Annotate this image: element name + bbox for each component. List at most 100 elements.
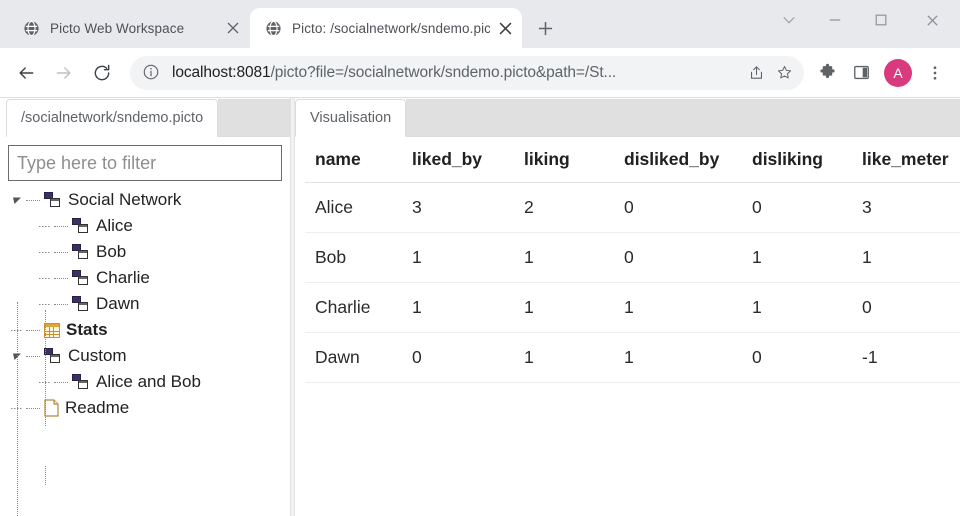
table-cell: 2: [514, 182, 614, 233]
stats-table: name liked_by liking disliked_by disliking li…: [305, 137, 960, 383]
tree-item-label: Readme: [65, 398, 130, 417]
expand-triangle-icon[interactable]: [10, 193, 24, 207]
filter-input[interactable]: Type here to filter: [8, 145, 282, 181]
address-bar[interactable]: localhost:8081/picto?file=/socialnetwork…: [130, 55, 804, 90]
avatar[interactable]: A: [884, 58, 912, 87]
globe-icon: [22, 19, 40, 37]
model-icon: [44, 192, 62, 208]
column-header: liking: [514, 137, 614, 183]
table-cell: 1: [742, 232, 852, 283]
column-header: disliking: [742, 137, 852, 183]
column-header: like_meter: [852, 137, 960, 183]
table-cell: 3: [402, 182, 514, 233]
address-bar-path: /picto?file=/socialnetwork/sndemo.picto&…: [270, 63, 617, 81]
table-cell: 0: [614, 182, 742, 233]
tree-connector: [26, 329, 40, 331]
tree-item[interactable]: Alice and Bob: [10, 369, 290, 395]
new-tab-button[interactable]: [530, 13, 560, 43]
browser-tab-2-close-icon[interactable]: [494, 17, 516, 39]
tree-item[interactable]: Stats: [10, 317, 290, 343]
table-row: Alice 3 2 0 0 3: [305, 182, 960, 233]
tree-connector: [38, 271, 52, 285]
model-icon: [72, 374, 90, 390]
close-icon[interactable]: [904, 3, 960, 37]
table-cell: 1: [742, 282, 852, 333]
tab-visualisation[interactable]: Visualisation: [295, 99, 407, 137]
table-cell-name: Charlie: [305, 282, 402, 333]
tree-item[interactable]: Alice: [10, 213, 290, 239]
sidebar-tab-file-label: /socialnetwork/sndemo.picto: [21, 110, 204, 126]
window-controls: [766, 0, 960, 40]
page-body: /socialnetwork/sndemo.picto Type here to…: [0, 98, 960, 516]
filter-container: Type here to filter: [0, 137, 290, 181]
address-bar-url: localhost:8081/picto?file=/socialnetwork…: [172, 64, 742, 82]
table-row: Bob 1 1 0 1 1: [305, 232, 960, 283]
column-header: liked_by: [402, 137, 514, 183]
table-cell: 0: [742, 332, 852, 383]
table-cell: 1: [852, 232, 960, 283]
table-cell: 0: [742, 182, 852, 233]
content-tab-filler: [406, 99, 960, 137]
tree-guide-line: [17, 302, 18, 516]
table-cell: -1: [852, 332, 960, 383]
content-tab-bar: Visualisation: [295, 98, 960, 137]
stats-table-head: name liked_by liking disliked_by disliking li…: [305, 137, 960, 183]
sidebar-tab-file[interactable]: /socialnetwork/sndemo.picto: [6, 99, 219, 137]
browser-tab-2[interactable]: Picto: /socialnetwork/sndemo.pic: [250, 8, 522, 48]
tree-item[interactable]: Bob: [10, 239, 290, 265]
tree-item[interactable]: Social Network: [10, 187, 290, 213]
tab-strip: Picto Web Workspace Picto: /socialnetwor…: [0, 0, 960, 48]
tree-item[interactable]: Charlie: [10, 265, 290, 291]
address-bar-host: localhost:8081: [172, 63, 271, 81]
model-icon: [44, 348, 62, 364]
table-row: Charlie 1 1 1 1 0: [305, 282, 960, 333]
stats-table-header-row: name liked_by liking disliked_by disliking li…: [305, 137, 960, 183]
tree-item[interactable]: Dawn: [10, 291, 290, 317]
tree-connector: [54, 381, 68, 383]
tree-item[interactable]: Custom: [10, 343, 290, 369]
browser-tab-1-close-icon[interactable]: [222, 17, 244, 39]
browser-tab-2-title: Picto: /socialnetwork/sndemo.pic: [292, 20, 490, 36]
minimize-icon[interactable]: [812, 3, 858, 37]
three-dot-menu-icon[interactable]: [918, 56, 952, 90]
tree-connector: [26, 407, 40, 409]
tree-connector: [38, 245, 52, 259]
table-cell: 1: [514, 232, 614, 283]
tree-connector: [38, 297, 52, 311]
star-icon[interactable]: [770, 59, 798, 87]
tab-search-icon[interactable]: [766, 3, 812, 37]
tree-connector: [54, 303, 68, 305]
column-header: name: [305, 137, 402, 183]
maximize-icon[interactable]: [858, 3, 904, 37]
model-icon: [72, 296, 90, 312]
visualisation-panel: name liked_by liking disliked_by disliking li…: [295, 136, 960, 383]
column-header: disliked_by: [614, 137, 742, 183]
browser-tab-1[interactable]: Picto Web Workspace: [8, 8, 250, 48]
browser-toolbar: localhost:8081/picto?file=/socialnetwork…: [0, 48, 960, 98]
browser-window: Picto Web Workspace Picto: /socialnetwor…: [0, 0, 960, 516]
content-panel: Visualisation name liked_by liking disliked…: [295, 98, 960, 516]
share-icon[interactable]: [742, 59, 770, 87]
globe-icon: [264, 19, 282, 37]
puzzle-icon[interactable]: [810, 56, 844, 90]
document-icon: [44, 399, 59, 417]
reload-icon[interactable]: [84, 55, 120, 91]
table-cell: 1: [402, 232, 514, 283]
browser-tab-1-title: Picto Web Workspace: [50, 20, 185, 36]
model-tree: Social Network Alice Bob Charlie Dawn Stats Cu…: [0, 181, 290, 421]
info-icon[interactable]: [142, 63, 162, 83]
back-arrow-icon[interactable]: [8, 55, 44, 91]
tree-item-label: Bob: [96, 242, 127, 261]
model-icon: [72, 218, 90, 234]
table-cell-name: Bob: [305, 232, 402, 283]
tree-connector: [54, 251, 68, 253]
forward-arrow-icon[interactable]: [46, 55, 82, 91]
tree-item[interactable]: Readme: [10, 395, 290, 421]
table-cell: 0: [852, 282, 960, 333]
tree-item-label: Dawn: [96, 294, 140, 313]
tree-connector: [54, 277, 68, 279]
tree-connector: [26, 355, 40, 357]
side-panel-icon[interactable]: [844, 56, 878, 90]
tree-item-label: Alice and Bob: [96, 372, 201, 391]
table-cell: 0: [402, 332, 514, 383]
